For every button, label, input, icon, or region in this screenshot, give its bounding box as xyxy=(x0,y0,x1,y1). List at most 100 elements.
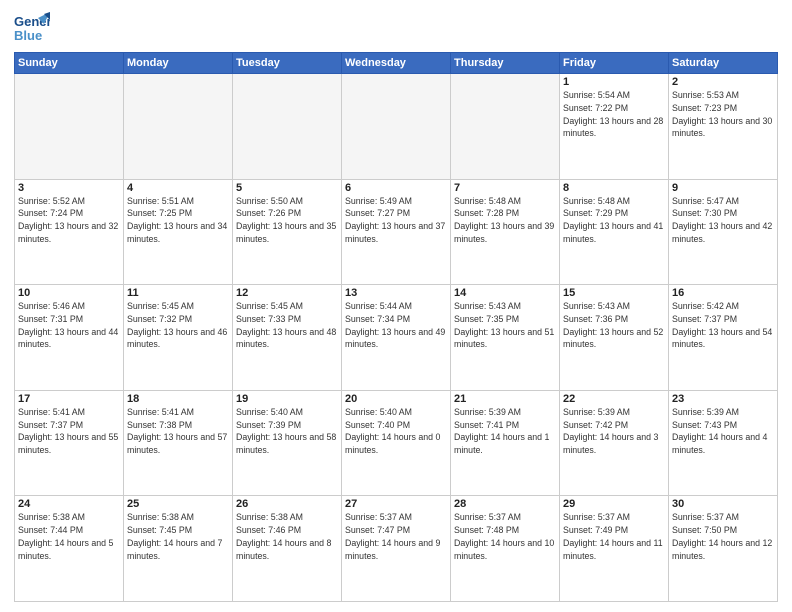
calendar-cell xyxy=(342,74,451,180)
calendar-cell: 14Sunrise: 5:43 AMSunset: 7:35 PMDayligh… xyxy=(451,285,560,391)
day-number: 17 xyxy=(18,393,120,405)
day-info: Sunrise: 5:51 AMSunset: 7:25 PMDaylight:… xyxy=(127,195,229,246)
calendar-cell: 1Sunrise: 5:54 AMSunset: 7:22 PMDaylight… xyxy=(560,74,669,180)
calendar-week-row: 3Sunrise: 5:52 AMSunset: 7:24 PMDaylight… xyxy=(15,179,778,285)
day-info: Sunrise: 5:45 AMSunset: 7:32 PMDaylight:… xyxy=(127,300,229,351)
calendar-cell: 19Sunrise: 5:40 AMSunset: 7:39 PMDayligh… xyxy=(233,390,342,496)
calendar-cell: 17Sunrise: 5:41 AMSunset: 7:37 PMDayligh… xyxy=(15,390,124,496)
calendar-cell: 10Sunrise: 5:46 AMSunset: 7:31 PMDayligh… xyxy=(15,285,124,391)
day-info: Sunrise: 5:54 AMSunset: 7:22 PMDaylight:… xyxy=(563,89,665,140)
calendar-cell: 8Sunrise: 5:48 AMSunset: 7:29 PMDaylight… xyxy=(560,179,669,285)
day-info: Sunrise: 5:37 AMSunset: 7:48 PMDaylight:… xyxy=(454,511,556,562)
day-number: 14 xyxy=(454,287,556,299)
day-number: 16 xyxy=(672,287,774,299)
calendar-cell: 20Sunrise: 5:40 AMSunset: 7:40 PMDayligh… xyxy=(342,390,451,496)
day-number: 28 xyxy=(454,498,556,510)
calendar-cell: 24Sunrise: 5:38 AMSunset: 7:44 PMDayligh… xyxy=(15,496,124,602)
calendar-cell: 11Sunrise: 5:45 AMSunset: 7:32 PMDayligh… xyxy=(124,285,233,391)
day-info: Sunrise: 5:38 AMSunset: 7:45 PMDaylight:… xyxy=(127,511,229,562)
calendar-day-header: Monday xyxy=(124,53,233,74)
day-info: Sunrise: 5:45 AMSunset: 7:33 PMDaylight:… xyxy=(236,300,338,351)
calendar-cell: 3Sunrise: 5:52 AMSunset: 7:24 PMDaylight… xyxy=(15,179,124,285)
calendar-cell: 4Sunrise: 5:51 AMSunset: 7:25 PMDaylight… xyxy=(124,179,233,285)
calendar-cell: 18Sunrise: 5:41 AMSunset: 7:38 PMDayligh… xyxy=(124,390,233,496)
calendar-cell: 23Sunrise: 5:39 AMSunset: 7:43 PMDayligh… xyxy=(669,390,778,496)
calendar-table: SundayMondayTuesdayWednesdayThursdayFrid… xyxy=(14,52,778,602)
calendar-week-row: 17Sunrise: 5:41 AMSunset: 7:37 PMDayligh… xyxy=(15,390,778,496)
day-info: Sunrise: 5:47 AMSunset: 7:30 PMDaylight:… xyxy=(672,195,774,246)
day-number: 27 xyxy=(345,498,447,510)
calendar-cell: 6Sunrise: 5:49 AMSunset: 7:27 PMDaylight… xyxy=(342,179,451,285)
day-info: Sunrise: 5:48 AMSunset: 7:29 PMDaylight:… xyxy=(563,195,665,246)
calendar-day-header: Tuesday xyxy=(233,53,342,74)
calendar-day-header: Saturday xyxy=(669,53,778,74)
day-info: Sunrise: 5:41 AMSunset: 7:38 PMDaylight:… xyxy=(127,406,229,457)
logo: General Blue xyxy=(14,10,52,46)
calendar-week-row: 1Sunrise: 5:54 AMSunset: 7:22 PMDaylight… xyxy=(15,74,778,180)
calendar-cell: 22Sunrise: 5:39 AMSunset: 7:42 PMDayligh… xyxy=(560,390,669,496)
day-info: Sunrise: 5:43 AMSunset: 7:36 PMDaylight:… xyxy=(563,300,665,351)
day-info: Sunrise: 5:38 AMSunset: 7:44 PMDaylight:… xyxy=(18,511,120,562)
calendar-day-header: Wednesday xyxy=(342,53,451,74)
calendar-day-header: Friday xyxy=(560,53,669,74)
day-info: Sunrise: 5:46 AMSunset: 7:31 PMDaylight:… xyxy=(18,300,120,351)
svg-text:Blue: Blue xyxy=(14,28,42,43)
page: General Blue SundayMondayTuesdayWednesda… xyxy=(0,0,792,612)
calendar-cell: 26Sunrise: 5:38 AMSunset: 7:46 PMDayligh… xyxy=(233,496,342,602)
day-info: Sunrise: 5:39 AMSunset: 7:43 PMDaylight:… xyxy=(672,406,774,457)
day-info: Sunrise: 5:41 AMSunset: 7:37 PMDaylight:… xyxy=(18,406,120,457)
calendar-cell: 16Sunrise: 5:42 AMSunset: 7:37 PMDayligh… xyxy=(669,285,778,391)
day-info: Sunrise: 5:37 AMSunset: 7:47 PMDaylight:… xyxy=(345,511,447,562)
calendar-cell: 2Sunrise: 5:53 AMSunset: 7:23 PMDaylight… xyxy=(669,74,778,180)
day-number: 3 xyxy=(18,182,120,194)
day-number: 24 xyxy=(18,498,120,510)
day-number: 23 xyxy=(672,393,774,405)
calendar-week-row: 10Sunrise: 5:46 AMSunset: 7:31 PMDayligh… xyxy=(15,285,778,391)
header: General Blue xyxy=(14,10,778,46)
day-number: 19 xyxy=(236,393,338,405)
calendar-cell: 29Sunrise: 5:37 AMSunset: 7:49 PMDayligh… xyxy=(560,496,669,602)
calendar-cell: 27Sunrise: 5:37 AMSunset: 7:47 PMDayligh… xyxy=(342,496,451,602)
day-number: 18 xyxy=(127,393,229,405)
calendar-cell xyxy=(15,74,124,180)
day-info: Sunrise: 5:52 AMSunset: 7:24 PMDaylight:… xyxy=(18,195,120,246)
day-number: 21 xyxy=(454,393,556,405)
day-number: 7 xyxy=(454,182,556,194)
calendar-header-row: SundayMondayTuesdayWednesdayThursdayFrid… xyxy=(15,53,778,74)
day-number: 4 xyxy=(127,182,229,194)
day-number: 1 xyxy=(563,76,665,88)
day-number: 29 xyxy=(563,498,665,510)
calendar-cell xyxy=(451,74,560,180)
calendar-day-header: Sunday xyxy=(15,53,124,74)
day-number: 9 xyxy=(672,182,774,194)
calendar-week-row: 24Sunrise: 5:38 AMSunset: 7:44 PMDayligh… xyxy=(15,496,778,602)
day-info: Sunrise: 5:40 AMSunset: 7:39 PMDaylight:… xyxy=(236,406,338,457)
calendar-cell xyxy=(233,74,342,180)
day-info: Sunrise: 5:40 AMSunset: 7:40 PMDaylight:… xyxy=(345,406,447,457)
calendar-cell: 9Sunrise: 5:47 AMSunset: 7:30 PMDaylight… xyxy=(669,179,778,285)
day-info: Sunrise: 5:39 AMSunset: 7:42 PMDaylight:… xyxy=(563,406,665,457)
calendar-cell: 12Sunrise: 5:45 AMSunset: 7:33 PMDayligh… xyxy=(233,285,342,391)
calendar-day-header: Thursday xyxy=(451,53,560,74)
calendar-cell: 7Sunrise: 5:48 AMSunset: 7:28 PMDaylight… xyxy=(451,179,560,285)
logo-icon: General Blue xyxy=(14,10,50,46)
day-info: Sunrise: 5:38 AMSunset: 7:46 PMDaylight:… xyxy=(236,511,338,562)
day-number: 5 xyxy=(236,182,338,194)
day-number: 6 xyxy=(345,182,447,194)
day-number: 26 xyxy=(236,498,338,510)
day-info: Sunrise: 5:42 AMSunset: 7:37 PMDaylight:… xyxy=(672,300,774,351)
calendar-cell: 15Sunrise: 5:43 AMSunset: 7:36 PMDayligh… xyxy=(560,285,669,391)
day-number: 2 xyxy=(672,76,774,88)
calendar-cell: 13Sunrise: 5:44 AMSunset: 7:34 PMDayligh… xyxy=(342,285,451,391)
day-number: 10 xyxy=(18,287,120,299)
calendar-cell: 21Sunrise: 5:39 AMSunset: 7:41 PMDayligh… xyxy=(451,390,560,496)
day-number: 20 xyxy=(345,393,447,405)
day-number: 8 xyxy=(563,182,665,194)
day-info: Sunrise: 5:37 AMSunset: 7:50 PMDaylight:… xyxy=(672,511,774,562)
day-info: Sunrise: 5:39 AMSunset: 7:41 PMDaylight:… xyxy=(454,406,556,457)
day-number: 12 xyxy=(236,287,338,299)
calendar-cell: 30Sunrise: 5:37 AMSunset: 7:50 PMDayligh… xyxy=(669,496,778,602)
calendar-cell: 5Sunrise: 5:50 AMSunset: 7:26 PMDaylight… xyxy=(233,179,342,285)
day-info: Sunrise: 5:37 AMSunset: 7:49 PMDaylight:… xyxy=(563,511,665,562)
day-info: Sunrise: 5:50 AMSunset: 7:26 PMDaylight:… xyxy=(236,195,338,246)
